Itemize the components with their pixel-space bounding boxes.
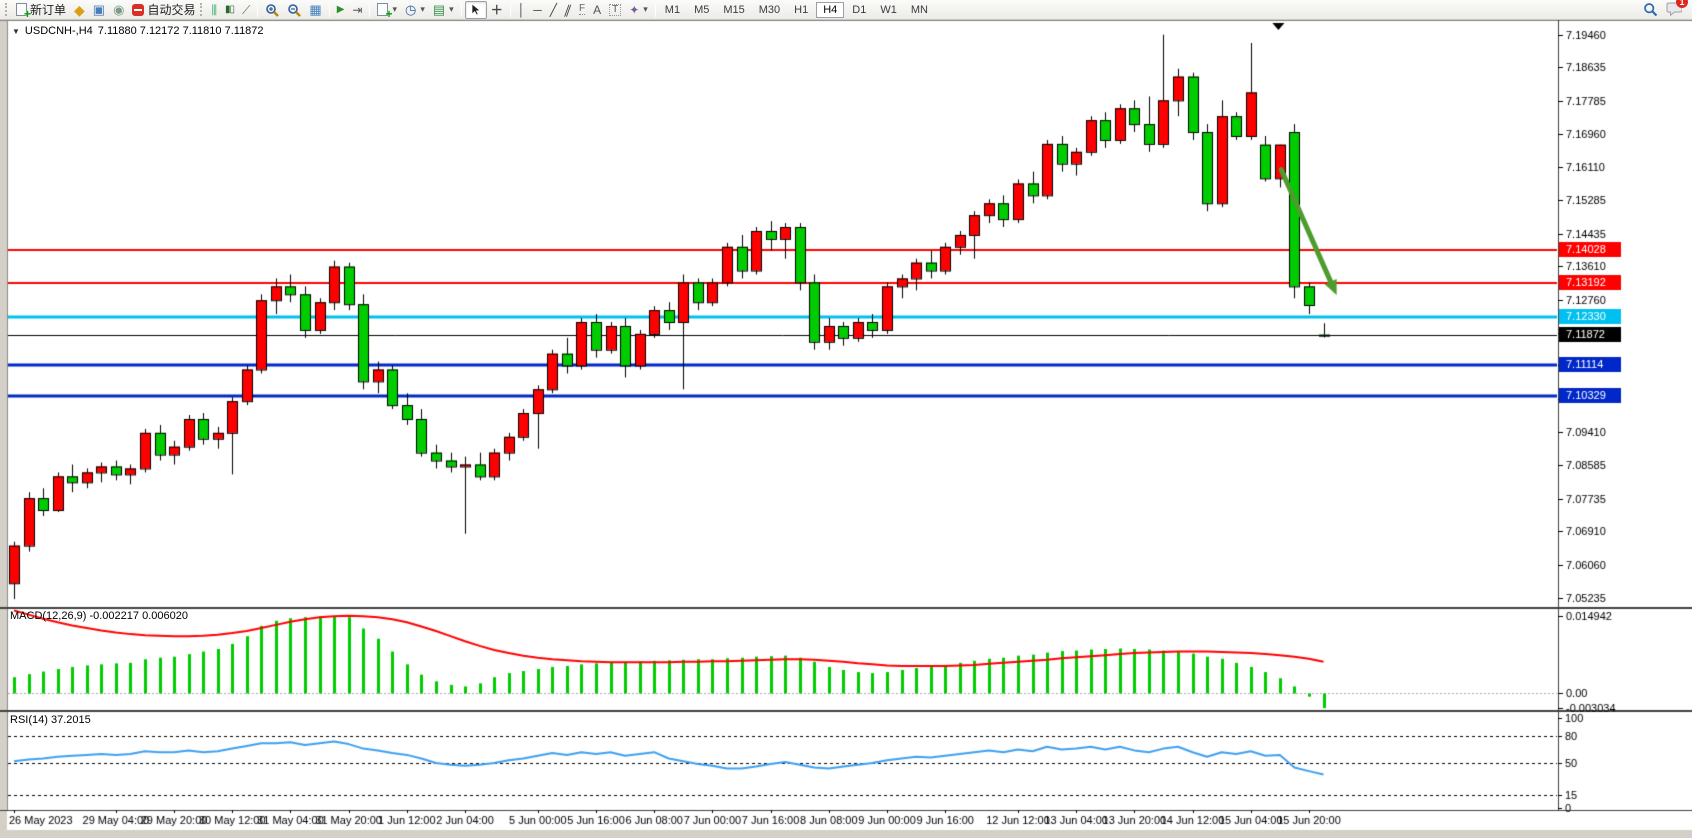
chevron-down-icon: ▾ bbox=[643, 4, 648, 15]
line-chart-mode-button[interactable]: ⟋ bbox=[238, 1, 254, 19]
timeframe-button-h4[interactable]: H4 bbox=[816, 2, 844, 18]
toolbar-separator bbox=[369, 3, 370, 17]
fibonacci-icon: F bbox=[579, 4, 585, 15]
timeframe-toolbar: M1M5M15M30H1H4D1W1MN bbox=[659, 2, 934, 18]
indicators-icon: + bbox=[377, 3, 388, 16]
clock-icon: ◷ bbox=[405, 3, 416, 16]
cursor-icon bbox=[470, 3, 482, 16]
autotrading-icon bbox=[132, 4, 144, 16]
auto-scroll-button[interactable]: ▶ bbox=[333, 1, 349, 19]
profiles-icon: ▣ bbox=[93, 3, 105, 16]
horizontal-line-icon: ─ bbox=[533, 4, 542, 16]
horizontal-line-tool-button[interactable]: ─ bbox=[529, 1, 546, 19]
symbol-ohlc-line: ▼ USDCNH-,H4 7.11880 7.12172 7.11810 7.1… bbox=[12, 25, 264, 37]
timeframe-button-h1[interactable]: H1 bbox=[788, 2, 814, 18]
zoom-in-icon bbox=[265, 3, 279, 17]
toolbar-separator bbox=[461, 3, 462, 17]
auto-scroll-icon: ▶ bbox=[337, 5, 345, 15]
periods-button[interactable]: ◷ ▾ bbox=[401, 1, 429, 19]
timeframe-button-m5[interactable]: M5 bbox=[688, 2, 715, 18]
timeframe-button-w1[interactable]: W1 bbox=[874, 2, 903, 18]
signal-icon: ◉ bbox=[113, 3, 124, 16]
autotrading-label: 自动交易 bbox=[147, 1, 195, 18]
template-icon: ▤ bbox=[433, 3, 445, 16]
signals-button[interactable]: ◉ bbox=[109, 1, 128, 19]
symbol-period-label: USDCNH-,H4 bbox=[25, 25, 93, 37]
toolbar-separator bbox=[329, 3, 330, 17]
search-icon[interactable] bbox=[1643, 2, 1658, 17]
chart-shift-icon: ⇥ bbox=[352, 4, 362, 16]
notifications-button[interactable]: 1 bbox=[1666, 1, 1682, 19]
zoom-out-button[interactable] bbox=[283, 1, 305, 19]
line-chart-icon: ⟋ bbox=[242, 4, 250, 16]
arrows-tool-button[interactable]: ✦ ▾ bbox=[625, 1, 652, 19]
new-chart-button[interactable]: ◆ bbox=[70, 1, 89, 19]
ohlc-values: 7.11880 7.12172 7.11810 7.11872 bbox=[98, 25, 264, 37]
price-chart-canvas[interactable] bbox=[0, 20, 1692, 838]
toolbar-grip bbox=[5, 3, 9, 16]
one-click-trading-toggle[interactable]: ▼ bbox=[12, 27, 20, 36]
new-order-icon: + bbox=[16, 3, 27, 16]
new-order-button[interactable]: + 新订单 bbox=[12, 1, 70, 19]
text-label-tool-button[interactable]: T bbox=[605, 1, 625, 19]
autotrading-button[interactable]: 自动交易 bbox=[128, 1, 199, 19]
notification-count-badge: 1 bbox=[1676, 0, 1688, 8]
trendline-icon: ╱ bbox=[550, 4, 557, 16]
trendline-tool-button[interactable]: ╱ bbox=[546, 1, 561, 19]
channel-tool-button[interactable]: ∥ bbox=[561, 1, 575, 19]
arrows-tool-icon: ✦ bbox=[629, 4, 639, 16]
timeframe-button-m30[interactable]: M30 bbox=[753, 2, 786, 18]
new-order-label: 新订单 bbox=[30, 1, 66, 18]
text-icon: A bbox=[593, 4, 601, 16]
chevron-down-icon: ▾ bbox=[420, 4, 425, 15]
timeframe-button-m1[interactable]: M1 bbox=[659, 2, 686, 18]
timeframe-button-d1[interactable]: D1 bbox=[846, 2, 872, 18]
vertical-line-tool-button[interactable]: │ bbox=[514, 1, 530, 19]
text-label-icon: T bbox=[609, 4, 621, 16]
macd-indicator-label: MACD(12,26,9) -0.002217 0.006020 bbox=[10, 610, 188, 622]
equidistant-channel-icon: ∥ bbox=[563, 4, 573, 16]
timeframe-button-m15[interactable]: M15 bbox=[717, 2, 750, 18]
zoom-out-icon bbox=[287, 3, 301, 17]
chevron-down-icon: ▾ bbox=[449, 4, 454, 15]
toolbar-separator bbox=[510, 3, 511, 17]
cursor-tool-button[interactable] bbox=[465, 1, 487, 19]
text-tool-button[interactable]: A bbox=[589, 1, 605, 19]
tile-windows-icon: ▦ bbox=[309, 3, 321, 16]
tile-windows-button[interactable]: ▦ bbox=[305, 1, 325, 19]
rsi-indicator-label: RSI(14) 37.2015 bbox=[10, 714, 91, 726]
bar-chart-icon: ⫼ bbox=[211, 4, 217, 16]
indicators-button[interactable]: + ▾ bbox=[373, 1, 401, 19]
bar-chart-mode-button[interactable]: ⫼ bbox=[207, 1, 221, 19]
fibonacci-tool-button[interactable]: F bbox=[575, 1, 589, 19]
gold-chart-icon: ◆ bbox=[74, 3, 85, 17]
chart-shift-button[interactable]: ⇥ bbox=[348, 1, 366, 19]
toolbar-separator bbox=[655, 3, 656, 17]
candlestick-mode-button[interactable]: ▮▯ bbox=[221, 1, 238, 19]
main-toolbar: + 新订单 ◆ ▣ ◉ 自动交易 ⫼ ▮▯ ⟋ bbox=[0, 0, 1692, 20]
toolbar-separator bbox=[257, 3, 258, 17]
zoom-in-button[interactable] bbox=[261, 1, 283, 19]
chevron-down-icon: ▾ bbox=[392, 4, 397, 15]
toolbar-grip bbox=[200, 3, 204, 16]
candlestick-icon: ▮▯ bbox=[225, 5, 234, 15]
crosshair-tool-button[interactable]: ＋ bbox=[487, 1, 507, 19]
vertical-line-icon: │ bbox=[518, 4, 526, 16]
timeframe-button-mn[interactable]: MN bbox=[905, 2, 934, 18]
templates-button[interactable]: ▤ ▾ bbox=[429, 1, 458, 19]
profiles-button[interactable]: ▣ bbox=[89, 1, 109, 19]
crosshair-icon: ＋ bbox=[491, 4, 503, 16]
